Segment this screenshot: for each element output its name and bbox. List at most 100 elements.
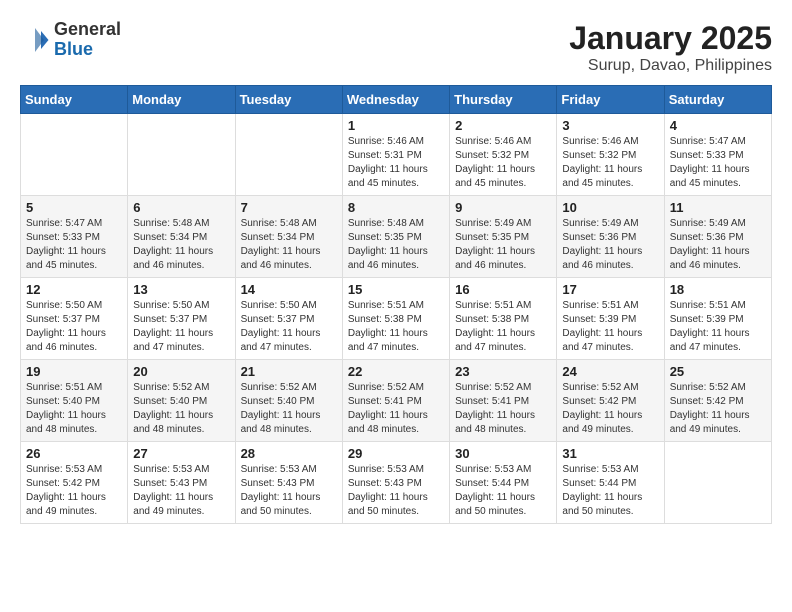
calendar-week-row: 12 Sunrise: 5:50 AM Sunset: 5:37 PM Dayli… [21,278,772,360]
calendar-cell [21,114,128,196]
title-block: January 2025 Surup, Davao, Philippines [569,20,772,75]
day-number: 15 [348,282,444,297]
calendar-cell: 17 Sunrise: 5:51 AM Sunset: 5:39 PM Dayli… [557,278,664,360]
day-number: 24 [562,364,658,379]
day-info: Sunrise: 5:53 AM Sunset: 5:43 PM Dayligh… [133,463,229,519]
logo: General Blue [20,20,121,60]
day-info: Sunrise: 5:52 AM Sunset: 5:40 PM Dayligh… [241,381,337,437]
day-info: Sunrise: 5:46 AM Sunset: 5:31 PM Dayligh… [348,135,444,191]
day-number: 3 [562,118,658,133]
calendar-cell: 12 Sunrise: 5:50 AM Sunset: 5:37 PM Dayli… [21,278,128,360]
day-number: 22 [348,364,444,379]
day-number: 26 [26,446,122,461]
calendar-cell: 19 Sunrise: 5:51 AM Sunset: 5:40 PM Dayli… [21,360,128,442]
day-info: Sunrise: 5:50 AM Sunset: 5:37 PM Dayligh… [241,299,337,355]
calendar-cell: 7Sunrise: 5:48 AM Sunset: 5:34 PM Daylig… [235,196,342,278]
day-number: 31 [562,446,658,461]
day-number: 4 [670,118,766,133]
day-number: 8 [348,200,444,215]
calendar-cell: 2Sunrise: 5:46 AM Sunset: 5:32 PM Daylig… [450,114,557,196]
day-info: Sunrise: 5:48 AM Sunset: 5:35 PM Dayligh… [348,217,444,273]
calendar-day-header: Friday [557,86,664,114]
day-number: 10 [562,200,658,215]
day-info: Sunrise: 5:47 AM Sunset: 5:33 PM Dayligh… [26,217,122,273]
main-title: January 2025 [569,20,772,57]
day-info: Sunrise: 5:51 AM Sunset: 5:40 PM Dayligh… [26,381,122,437]
logo-icon [20,25,50,55]
day-info: Sunrise: 5:48 AM Sunset: 5:34 PM Dayligh… [241,217,337,273]
day-info: Sunrise: 5:52 AM Sunset: 5:40 PM Dayligh… [133,381,229,437]
calendar-week-row: 1 Sunrise: 5:46 AM Sunset: 5:31 PM Daylig… [21,114,772,196]
day-number: 12 [26,282,122,297]
calendar-cell [235,114,342,196]
day-info: Sunrise: 5:53 AM Sunset: 5:42 PM Dayligh… [26,463,122,519]
page-header: General Blue January 2025 Surup, Davao, … [20,20,772,75]
day-info: Sunrise: 5:52 AM Sunset: 5:41 PM Dayligh… [455,381,551,437]
logo-blue: Blue [54,39,93,59]
calendar-cell: 22 Sunrise: 5:52 AM Sunset: 5:41 PM Dayli… [342,360,449,442]
calendar-cell: 8 Sunrise: 5:48 AM Sunset: 5:35 PM Daylig… [342,196,449,278]
calendar-cell: 6 Sunrise: 5:48 AM Sunset: 5:34 PM Daylig… [128,196,235,278]
calendar-cell: 11 Sunrise: 5:49 AM Sunset: 5:36 PM Dayli… [664,196,771,278]
calendar-cell: 16 Sunrise: 5:51 AM Sunset: 5:38 PM Dayli… [450,278,557,360]
calendar-cell [128,114,235,196]
day-number: 20 [133,364,229,379]
calendar-day-header: Saturday [664,86,771,114]
day-number: 13 [133,282,229,297]
calendar-cell: 14 Sunrise: 5:50 AM Sunset: 5:37 PM Dayli… [235,278,342,360]
day-info: Sunrise: 5:52 AM Sunset: 5:42 PM Dayligh… [670,381,766,437]
day-number: 19 [26,364,122,379]
day-info: Sunrise: 5:52 AM Sunset: 5:41 PM Dayligh… [348,381,444,437]
day-number: 14 [241,282,337,297]
day-info: Sunrise: 5:47 AM Sunset: 5:33 PM Dayligh… [670,135,766,191]
logo-text: General Blue [54,20,121,60]
calendar-cell: 13Sunrise: 5:50 AM Sunset: 5:37 PM Dayli… [128,278,235,360]
day-number: 5 [26,200,122,215]
calendar-week-row: 19 Sunrise: 5:51 AM Sunset: 5:40 PM Dayli… [21,360,772,442]
day-info: Sunrise: 5:53 AM Sunset: 5:44 PM Dayligh… [562,463,658,519]
calendar-cell: 27 Sunrise: 5:53 AM Sunset: 5:43 PM Dayli… [128,442,235,524]
day-info: Sunrise: 5:49 AM Sunset: 5:36 PM Dayligh… [670,217,766,273]
calendar-cell: 5 Sunrise: 5:47 AM Sunset: 5:33 PM Daylig… [21,196,128,278]
calendar-day-header: Thursday [450,86,557,114]
calendar-day-header: Tuesday [235,86,342,114]
calendar-cell: 21Sunrise: 5:52 AM Sunset: 5:40 PM Dayli… [235,360,342,442]
day-info: Sunrise: 5:51 AM Sunset: 5:38 PM Dayligh… [348,299,444,355]
day-number: 25 [670,364,766,379]
day-info: Sunrise: 5:46 AM Sunset: 5:32 PM Dayligh… [562,135,658,191]
day-info: Sunrise: 5:53 AM Sunset: 5:44 PM Dayligh… [455,463,551,519]
calendar-week-row: 26 Sunrise: 5:53 AM Sunset: 5:42 PM Dayli… [21,442,772,524]
calendar-cell: 25 Sunrise: 5:52 AM Sunset: 5:42 PM Dayli… [664,360,771,442]
day-info: Sunrise: 5:46 AM Sunset: 5:32 PM Dayligh… [455,135,551,191]
calendar-cell: 10Sunrise: 5:49 AM Sunset: 5:36 PM Dayli… [557,196,664,278]
calendar-cell: 3 Sunrise: 5:46 AM Sunset: 5:32 PM Daylig… [557,114,664,196]
day-number: 17 [562,282,658,297]
calendar-cell: 29 Sunrise: 5:53 AM Sunset: 5:43 PM Dayli… [342,442,449,524]
day-info: Sunrise: 5:53 AM Sunset: 5:43 PM Dayligh… [348,463,444,519]
day-number: 30 [455,446,551,461]
day-info: Sunrise: 5:50 AM Sunset: 5:37 PM Dayligh… [26,299,122,355]
day-number: 27 [133,446,229,461]
day-number: 16 [455,282,551,297]
calendar-cell: 24 Sunrise: 5:52 AM Sunset: 5:42 PM Dayli… [557,360,664,442]
day-info: Sunrise: 5:52 AM Sunset: 5:42 PM Dayligh… [562,381,658,437]
calendar-header-row: SundayMondayTuesdayWednesdayThursdayFrid… [21,86,772,114]
calendar-day-header: Sunday [21,86,128,114]
day-info: Sunrise: 5:48 AM Sunset: 5:34 PM Dayligh… [133,217,229,273]
day-number: 23 [455,364,551,379]
calendar-cell [664,442,771,524]
calendar-cell: 30 Sunrise: 5:53 AM Sunset: 5:44 PM Dayli… [450,442,557,524]
calendar-cell: 15 Sunrise: 5:51 AM Sunset: 5:38 PM Dayli… [342,278,449,360]
day-number: 1 [348,118,444,133]
day-number: 9 [455,200,551,215]
calendar-cell: 31 Sunrise: 5:53 AM Sunset: 5:44 PM Dayli… [557,442,664,524]
calendar-day-header: Monday [128,86,235,114]
day-number: 11 [670,200,766,215]
day-number: 29 [348,446,444,461]
calendar-cell: 1 Sunrise: 5:46 AM Sunset: 5:31 PM Daylig… [342,114,449,196]
day-number: 6 [133,200,229,215]
day-info: Sunrise: 5:51 AM Sunset: 5:38 PM Dayligh… [455,299,551,355]
calendar-cell: 23 Sunrise: 5:52 AM Sunset: 5:41 PM Dayli… [450,360,557,442]
day-info: Sunrise: 5:51 AM Sunset: 5:39 PM Dayligh… [562,299,658,355]
calendar-cell: 20 Sunrise: 5:52 AM Sunset: 5:40 PM Dayli… [128,360,235,442]
